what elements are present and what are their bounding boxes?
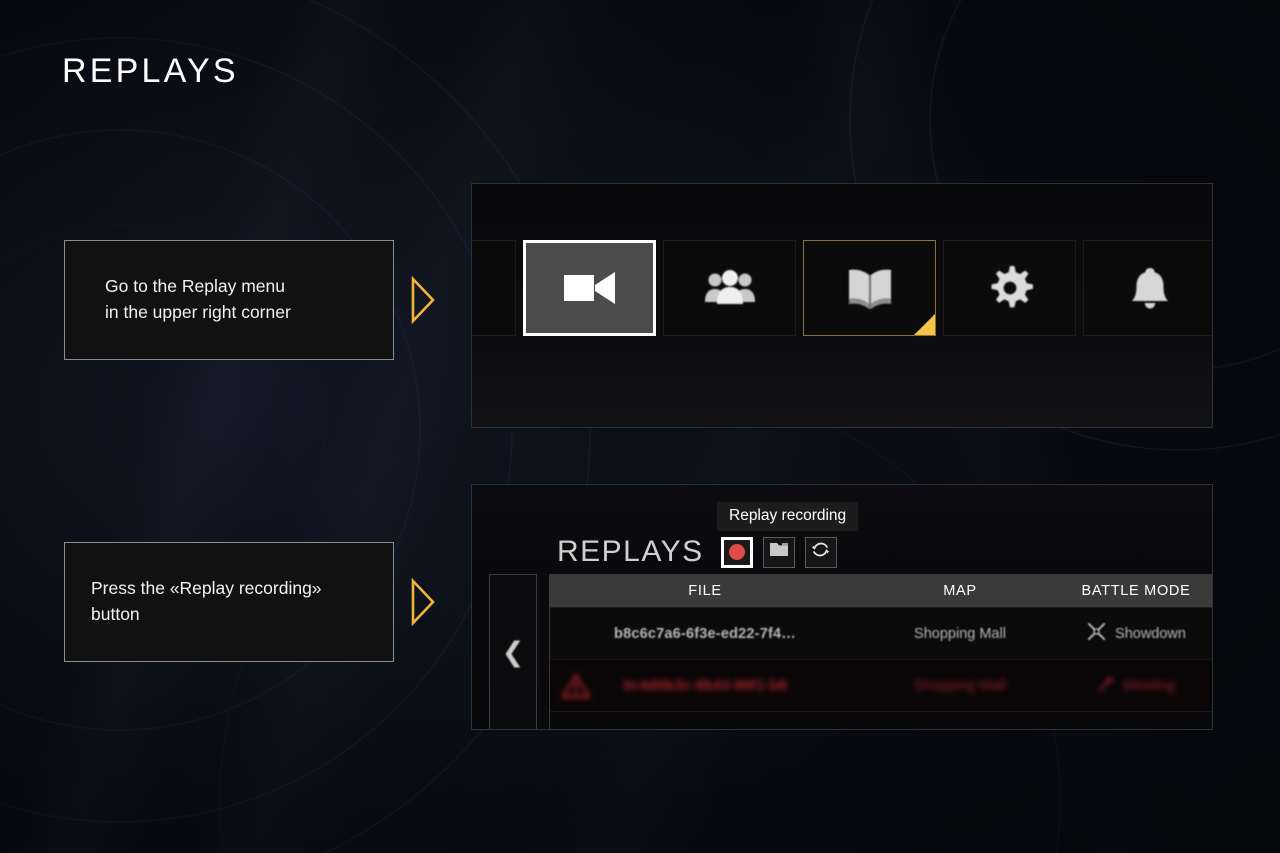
replays-heading: REPLAYS xyxy=(557,535,704,568)
cell-map: Shopping Mall xyxy=(914,625,1006,642)
chevron-left-icon: ❮ xyxy=(501,637,525,667)
table-row[interactable]: b8c6c7a6-6f3e-ed22-7f4… Shopping Mall Sh… xyxy=(550,608,1212,660)
table-header-row: FILE MAP BATTLE MODE xyxy=(550,574,1212,608)
triangle-right-outline-icon xyxy=(410,275,436,325)
instruction-step-1: Go to the Replay menu in the upper right… xyxy=(64,240,436,360)
people-group-icon xyxy=(704,268,756,308)
nav-tile-encyclopedia[interactable] xyxy=(803,240,936,336)
open-folder-button[interactable] xyxy=(762,536,795,568)
bell-icon xyxy=(1131,266,1169,310)
nav-tile-settings[interactable] xyxy=(943,240,1076,336)
table-row[interactable]: 0c4d0b3c-8b43-98f1-b8 Shopping Mall Meet… xyxy=(550,660,1212,712)
replays-table: FILE MAP BATTLE MODE b8c6c7a6-6f3e-ed22-… xyxy=(549,574,1212,729)
cell-file: 0c4d0b3c-8b43-98f1-b8 xyxy=(623,677,787,694)
triangle-right-outline-icon xyxy=(410,577,436,627)
video-camera-icon xyxy=(562,268,618,308)
nav-screenshot-panel xyxy=(471,183,1213,428)
cell-battle-mode: Meeting xyxy=(1060,675,1212,697)
nav-tile-partial[interactable] xyxy=(472,240,516,336)
instruction-box: Press the «Replay recording» button xyxy=(64,542,394,662)
sidebar-collapse-toggle[interactable]: ❮ xyxy=(489,574,537,729)
battle-mode-label: Meeting xyxy=(1123,677,1175,694)
gold-corner-flag xyxy=(914,314,935,335)
refresh-sync-icon xyxy=(810,539,831,565)
open-book-icon xyxy=(844,266,896,310)
replays-toolbar: REPLAYS xyxy=(557,535,837,569)
crossed-swords-icon xyxy=(1086,621,1107,646)
nav-tile-row xyxy=(472,240,1212,336)
battle-mode-icon xyxy=(1097,675,1115,697)
replay-recording-tooltip: Replay recording xyxy=(717,502,859,531)
column-header-file[interactable]: FILE xyxy=(550,583,860,599)
nav-tile-notifications[interactable] xyxy=(1083,240,1212,336)
instruction-box: Go to the Replay menu in the upper right… xyxy=(64,240,394,360)
page-title: REPLAYS xyxy=(62,52,239,90)
folder-icon xyxy=(769,541,789,563)
instruction-text: Press the «Replay recording» button xyxy=(91,578,322,624)
record-dot-icon xyxy=(728,544,745,560)
replays-screenshot-panel: Replay recording REPLAYS ❮ FILE MAP BATT… xyxy=(471,484,1213,730)
column-header-battle-mode[interactable]: BATTLE MODE xyxy=(1060,583,1212,599)
battle-mode-label: Showdown xyxy=(1115,625,1186,642)
cell-battle-mode: Showdown xyxy=(1060,621,1212,646)
gear-icon xyxy=(987,265,1033,311)
nav-tile-replays[interactable] xyxy=(523,240,656,336)
refresh-button[interactable] xyxy=(804,536,837,568)
cell-file: b8c6c7a6-6f3e-ed22-7f4… xyxy=(614,625,796,642)
nav-tile-clan[interactable] xyxy=(663,240,796,336)
cell-map: Shopping Mall xyxy=(914,677,1006,694)
instruction-text: Go to the Replay menu in the upper right… xyxy=(105,276,291,322)
instruction-step-2: Press the «Replay recording» button xyxy=(64,542,436,662)
replay-recording-button[interactable] xyxy=(720,536,753,568)
column-header-map[interactable]: MAP xyxy=(860,583,1060,599)
